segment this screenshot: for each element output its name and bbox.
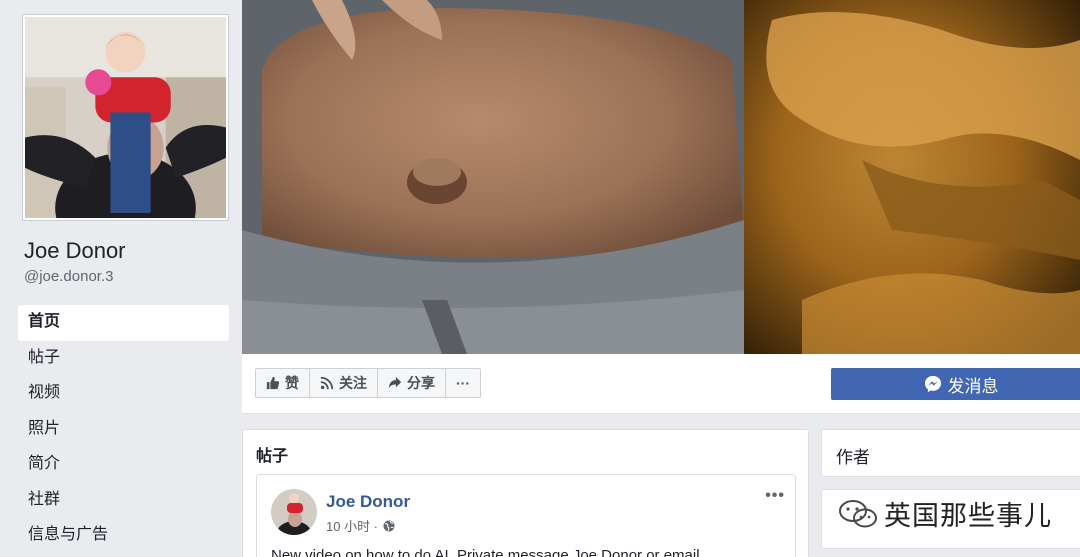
nav-item-home[interactable]: 首页: [18, 305, 229, 341]
like-button[interactable]: 赞: [255, 368, 310, 398]
like-button-label: 赞: [285, 375, 299, 391]
post-card: Joe Donor 10 小时 · ••• New video on how t…: [256, 474, 796, 557]
profile-handle: @joe.donor.3: [24, 268, 114, 285]
profile-name[interactable]: Joe Donor: [24, 238, 126, 264]
more-options-button[interactable]: ···: [445, 368, 481, 398]
post-timestamp[interactable]: 10 小时 ·: [326, 516, 395, 535]
profile-nav: 首页 帖子 视频 照片 简介 社群 信息与广告: [18, 305, 229, 554]
profile-photo-image: [25, 17, 226, 218]
follow-button-label: 关注: [339, 375, 367, 391]
nav-item-videos[interactable]: 视频: [18, 376, 229, 412]
profile-sidebar: Joe Donor @joe.donor.3 首页 帖子 视频 照片 简介 社群…: [0, 0, 242, 557]
cover-photo[interactable]: [242, 0, 1080, 354]
profile-action-bar: 赞 关注 分享 ··· 发消息: [242, 354, 1080, 414]
posts-section-title: 帖子: [256, 448, 289, 465]
post-time-text: 10 小时 ·: [326, 519, 379, 534]
posts-section: 帖子 Joe Donor 10 小时 · ••• New video on ho…: [242, 429, 809, 557]
author-card: 作者: [821, 429, 1080, 477]
post-author-name[interactable]: Joe Donor: [326, 492, 410, 512]
author-card-title: 作者: [836, 448, 870, 467]
thumbs-up-icon: [266, 376, 280, 390]
share-button-label: 分享: [407, 375, 435, 391]
more-options-label: ···: [456, 375, 470, 391]
send-message-label: 发消息: [947, 376, 999, 396]
post-body-text: New video on how to do AI. Private messa…: [271, 547, 700, 557]
nav-item-photos[interactable]: 照片: [18, 412, 229, 448]
nav-item-community[interactable]: 社群: [18, 483, 229, 519]
post-author-avatar[interactable]: [271, 489, 317, 535]
nav-item-about[interactable]: 简介: [18, 447, 229, 483]
rss-icon: [320, 376, 334, 390]
share-arrow-icon: [388, 376, 402, 390]
post-options-button[interactable]: •••: [765, 487, 785, 505]
profile-picture[interactable]: [22, 14, 229, 221]
wechat-icon: [838, 499, 878, 529]
watermark: 英国那些事儿: [838, 494, 1052, 533]
globe-icon: [383, 520, 395, 532]
send-message-button[interactable]: 发消息: [831, 368, 1080, 400]
nav-item-posts[interactable]: 帖子: [18, 341, 229, 377]
follow-button[interactable]: 关注: [309, 368, 378, 398]
cover-photo-image: [242, 0, 1080, 354]
share-button[interactable]: 分享: [377, 368, 446, 398]
nav-item-info-ads[interactable]: 信息与广告: [18, 518, 229, 554]
action-button-group: 赞 关注 分享 ···: [255, 368, 481, 398]
messenger-icon: [924, 375, 942, 393]
watermark-text: 英国那些事儿: [884, 501, 1052, 531]
